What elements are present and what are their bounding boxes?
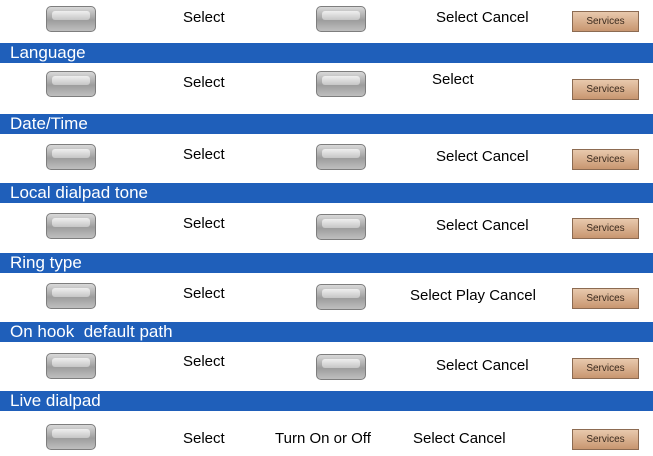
hardware-key-left[interactable] <box>46 353 96 379</box>
services-button[interactable]: Services <box>572 358 639 379</box>
hardware-key-left[interactable] <box>46 213 96 239</box>
services-button[interactable]: Services <box>572 429 639 450</box>
softkey-label-left: Select <box>183 9 225 26</box>
softkey-label-right: Select Cancel <box>436 148 529 165</box>
hardware-key-left[interactable] <box>46 283 96 309</box>
services-button[interactable]: Services <box>572 79 639 100</box>
softkey-row: Select Select Cancel Services <box>0 138 653 174</box>
softkey-label-right: Select <box>432 71 474 88</box>
services-button[interactable]: Services <box>572 218 639 239</box>
softkey-row: Select Select Play Cancel Services <box>0 277 653 313</box>
softkey-label-right: Select Cancel <box>413 430 506 447</box>
hardware-key-left[interactable] <box>46 71 96 97</box>
hardware-key-left[interactable] <box>46 6 96 32</box>
hardware-key-right[interactable] <box>316 354 366 380</box>
softkey-row: Select Select Services <box>0 64 653 100</box>
softkey-label-left: Select <box>183 74 225 91</box>
softkey-row: Select Select Cancel Services <box>0 207 653 243</box>
section-header-local-dialpad-tone: Local dialpad tone <box>0 183 653 203</box>
hardware-key-right[interactable] <box>316 284 366 310</box>
hardware-key-right[interactable] <box>316 71 366 97</box>
softkey-label-right: Select Cancel <box>436 217 529 234</box>
services-button[interactable]: Services <box>572 149 639 170</box>
softkey-label-left: Select <box>183 353 225 370</box>
services-button[interactable]: Services <box>572 11 639 32</box>
softkey-row: Select Select Cancel Services <box>0 0 653 36</box>
softkey-label-left: Select <box>183 430 225 447</box>
softkey-label-middle: Turn On or Off <box>275 430 371 447</box>
hardware-key-left[interactable] <box>46 424 96 450</box>
hardware-key-right[interactable] <box>316 144 366 170</box>
section-header-language: Language <box>0 43 653 63</box>
softkey-label-right: Select Cancel <box>436 357 529 374</box>
softkey-row: Select Select Cancel Services <box>0 347 653 383</box>
section-header-date-time: Date/Time <box>0 114 653 134</box>
softkey-label-left: Select <box>183 146 225 163</box>
softkey-label-right: Select Play Cancel <box>410 287 536 304</box>
hardware-key-right[interactable] <box>316 214 366 240</box>
services-button[interactable]: Services <box>572 288 639 309</box>
section-header-ring-type: Ring type <box>0 253 653 273</box>
softkey-label-right: Select Cancel <box>436 9 529 26</box>
softkey-row: Select Turn On or Off Select Cancel Serv… <box>0 418 653 454</box>
softkey-label-left: Select <box>183 285 225 302</box>
section-header-on-hook-default-path: On hook default path <box>0 322 653 342</box>
section-header-live-dialpad: Live dialpad <box>0 391 653 411</box>
hardware-key-right[interactable] <box>316 6 366 32</box>
hardware-key-left[interactable] <box>46 144 96 170</box>
softkey-label-left: Select <box>183 215 225 232</box>
